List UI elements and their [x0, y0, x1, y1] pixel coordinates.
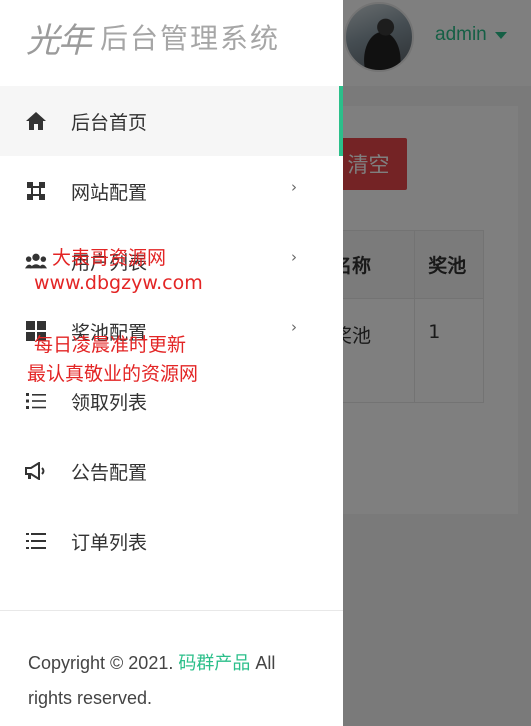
sidebar-item-label: 后台首页 [71, 111, 148, 134]
logo[interactable]: 光年 后台管理系统 [26, 14, 281, 61]
list-icon [25, 390, 47, 412]
list-icon [25, 530, 47, 552]
copyright-prefix: Copyright © 2021. [28, 653, 179, 673]
home-icon [25, 110, 47, 132]
drawer-overlay[interactable] [343, 0, 531, 726]
logo-mark: 光年 [26, 20, 92, 61]
chevron-right-icon: › [291, 318, 297, 336]
users-icon [25, 250, 47, 272]
watermark-line: 最认真敬业的资源网 [27, 363, 199, 385]
watermark-line: www.dbgzyw.com [34, 272, 203, 294]
watermark-line: 每日凌晨准时更新 [34, 334, 187, 356]
sidebar-item-site-config[interactable]: 网站配置 › [0, 156, 343, 226]
megaphone-icon [25, 460, 47, 482]
sidebar-item-announcements[interactable]: 公告配置 [0, 436, 343, 506]
footer-copyright: Copyright © 2021. 码群产品 All rights reserv… [28, 646, 318, 716]
sidebar-item-label: 公告配置 [71, 461, 148, 484]
brand-link[interactable]: 码群产品 [178, 653, 250, 673]
settings-icon [25, 180, 47, 202]
chevron-right-icon: › [291, 248, 297, 266]
sidebar-item-orders[interactable]: 订单列表 [0, 506, 343, 576]
sidebar-item-label: 订单列表 [71, 531, 148, 554]
sidebar-item-label: 网站配置 [71, 181, 148, 204]
watermark-line: 大表哥资源网 [52, 247, 167, 269]
chevron-right-icon: › [291, 178, 297, 196]
logo-title: 后台管理系统 [100, 22, 281, 55]
sidebar-item-home[interactable]: 后台首页 [0, 86, 343, 156]
sidebar-item-label: 领取列表 [71, 391, 148, 414]
footer-divider [0, 610, 343, 611]
